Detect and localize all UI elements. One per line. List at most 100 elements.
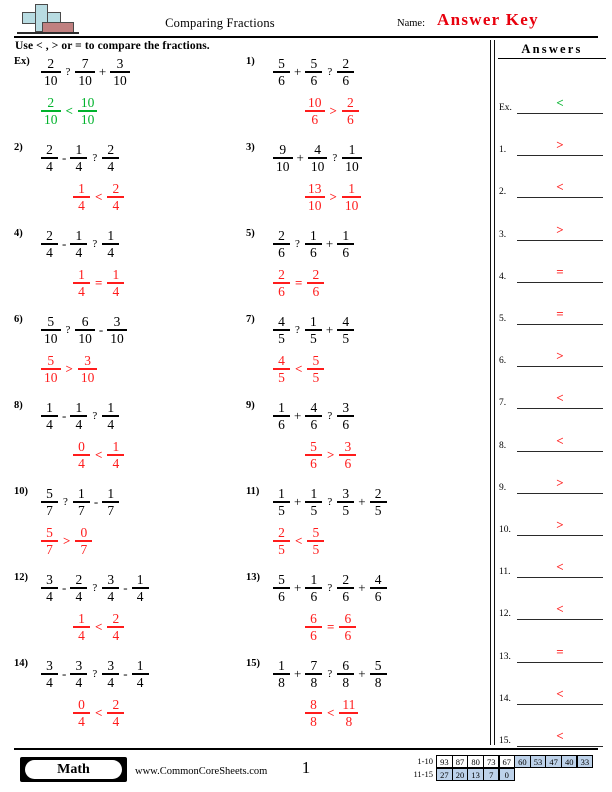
fraction-numerator: 11 xyxy=(342,696,356,712)
fraction: 6 10 xyxy=(75,315,95,345)
score-cell: 93 xyxy=(436,755,453,768)
fraction-numerator: 13 xyxy=(308,180,322,196)
fraction: 1 10 xyxy=(341,180,362,212)
answer-row-label: 6. xyxy=(499,356,507,367)
fraction-denominator: 10 xyxy=(276,158,290,174)
fraction-numerator: 2 xyxy=(278,227,285,243)
comparison-placeholder: ? xyxy=(327,496,333,508)
comparison-symbol: < xyxy=(95,189,103,204)
fraction: 5 10 xyxy=(41,354,61,384)
fraction-numerator: 0 xyxy=(78,438,85,454)
fraction-numerator: 5 xyxy=(278,571,285,587)
fraction-numerator: 1 xyxy=(136,657,144,673)
problem-item: 12) 3 4‐2 4? 3 4‐1 4 1 4 <2 4 xyxy=(14,568,246,654)
fraction-numerator: 2 xyxy=(46,227,53,243)
answer-row-label: 11. xyxy=(499,567,511,578)
comparison-symbol: > xyxy=(327,447,335,462)
fraction: 88 xyxy=(305,698,322,728)
fraction-denominator: 6 xyxy=(311,111,319,127)
comparison-placeholder: ? xyxy=(92,238,98,250)
plus-operator: + xyxy=(325,322,334,337)
problem-item: 1) 5 6 +5 6? 2 6 10 6 >2 6 xyxy=(246,52,478,138)
fraction-denominator: 4 xyxy=(46,244,53,260)
problem-number: 1) xyxy=(246,56,255,67)
fraction: 14 xyxy=(73,268,90,298)
problem-answer: 5 10 >3 10 xyxy=(40,350,98,388)
problem-item: 10) 5 7? 1 7‐1 7 5 7 >0 7 xyxy=(14,482,246,568)
fraction-denominator: 10 xyxy=(310,158,325,174)
page-header: Comparing Fractions Name: Answer Key xyxy=(0,0,612,39)
answer-row: Ex. < xyxy=(498,72,608,114)
instruction-text: Use < , > or = to compare the fractions. xyxy=(15,40,210,52)
problem-answer: 0 4 <2 4 xyxy=(72,694,125,732)
comparison-placeholder: ? xyxy=(332,152,338,164)
fraction-denominator: 4 xyxy=(112,627,120,643)
fraction-numerator: 3 xyxy=(116,55,124,71)
answer-row: 10. > xyxy=(498,494,608,536)
fraction: 04 xyxy=(73,698,90,728)
answers-panel: Answers Ex. <1. >2. <3. >4. = 5. = 6. >7. <8. <9. >1… xyxy=(498,40,612,747)
fraction-numerator: 1 xyxy=(342,227,350,243)
comparison-symbol: = xyxy=(295,275,303,290)
fraction-numerator: 1 xyxy=(75,141,83,157)
fraction: 24 xyxy=(70,573,88,603)
answer-row-label: 1. xyxy=(499,145,507,156)
fraction: 14 xyxy=(73,612,90,642)
fraction-numerator: 1 xyxy=(78,266,85,282)
fraction: 26 xyxy=(273,268,290,298)
fraction-numerator: 1 xyxy=(310,485,318,501)
answer-row-value: = xyxy=(556,263,564,279)
comparison-placeholder: ? xyxy=(92,410,98,422)
answer-row-label: 14. xyxy=(499,693,511,704)
fraction: 36 xyxy=(337,401,355,431)
fraction: 10 10 xyxy=(77,96,98,126)
fraction-numerator: 2 xyxy=(278,266,285,282)
fraction-numerator: 5 xyxy=(47,352,55,368)
fraction-numerator: 2 xyxy=(112,696,120,712)
answer-row-value: < xyxy=(556,390,564,406)
fraction: 9 10 xyxy=(273,143,293,173)
score-cell: 40 xyxy=(560,755,578,768)
comparison-symbol: < xyxy=(327,705,335,720)
problem-item: 8) 1 4‐1 4? 1 4 0 4 <1 4 xyxy=(14,396,246,482)
problem-expression: 4 5? 1 5 +4 5 xyxy=(272,310,355,350)
problem-expression: 5 6 +1 6? 2 6 +4 6 xyxy=(272,568,388,608)
plus-operator: + xyxy=(325,236,334,251)
problem-expression: 2 4‐1 4? 2 4 xyxy=(40,138,120,178)
fraction-numerator: 2 xyxy=(112,610,120,626)
fraction-denominator: 8 xyxy=(342,674,350,690)
comparison-symbol: = xyxy=(95,275,103,290)
minus-operator: ‐ xyxy=(93,494,99,509)
fraction: 25 xyxy=(273,526,290,556)
fraction-numerator: 3 xyxy=(344,438,352,454)
problem-item: 3) 9 10 +4 10? 1 10 13 10 >1 10 xyxy=(246,138,478,224)
fraction-denominator: 6 xyxy=(310,244,317,260)
answer-row-label: 15. xyxy=(499,736,511,746)
fraction: 7 10 xyxy=(75,57,95,87)
minus-operator: ‐ xyxy=(62,408,67,423)
score-cell: 20 xyxy=(451,768,469,781)
comparison-symbol: > xyxy=(63,533,71,548)
problem-expression: 5 7? 1 7‐1 7 xyxy=(40,482,120,522)
fraction-denominator: 8 xyxy=(310,674,318,690)
fraction: 17 xyxy=(102,487,120,517)
fraction-denominator: 6 xyxy=(278,72,285,88)
fraction-numerator: 1 xyxy=(348,180,356,196)
fraction: 46 xyxy=(305,401,323,431)
fraction-denominator: 4 xyxy=(107,674,115,690)
plus-operator: + xyxy=(294,494,302,509)
problem-number: Ex) xyxy=(14,56,30,67)
plus-operator: + xyxy=(98,64,107,79)
answer-row: 6. > xyxy=(498,325,608,368)
fraction-denominator: 6 xyxy=(278,283,285,299)
fraction-denominator: 10 xyxy=(44,330,58,346)
fraction: 14 xyxy=(41,401,58,431)
fraction-numerator: 4 xyxy=(278,352,285,368)
fraction-denominator: 10 xyxy=(78,330,92,346)
problem-item: 13) 5 6 +1 6? 2 6 +4 6 6 6 = 6 6 xyxy=(246,568,478,654)
answer-row-value: > xyxy=(556,137,564,153)
fraction-numerator: 3 xyxy=(75,657,83,673)
comparison-symbol: > xyxy=(329,189,337,204)
fraction-denominator: 10 xyxy=(44,111,58,127)
fraction: 68 xyxy=(337,659,355,690)
